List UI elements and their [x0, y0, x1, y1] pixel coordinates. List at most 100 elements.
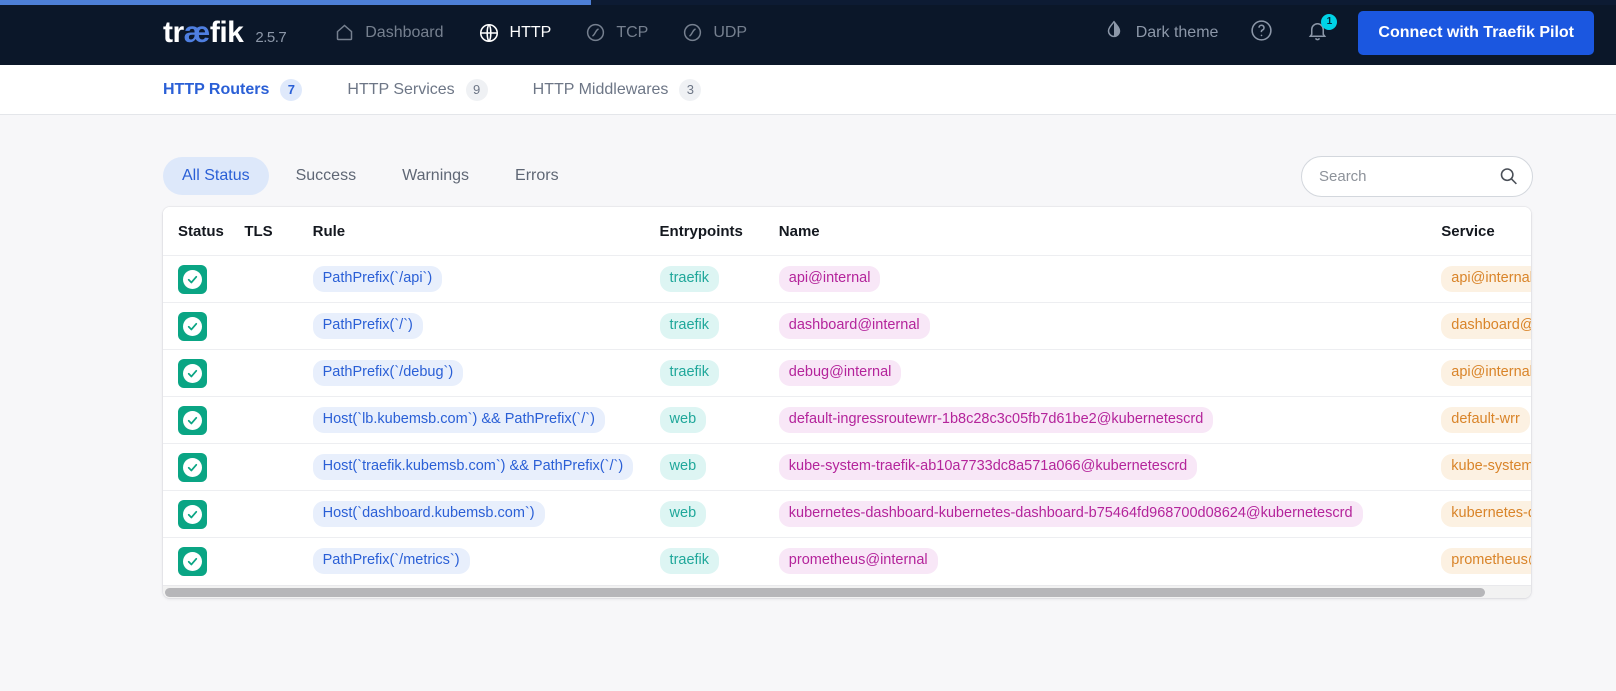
nav-item-http[interactable]: HTTP: [478, 22, 552, 44]
table-row[interactable]: PathPrefix(`/metrics`) traefik prometheu…: [163, 538, 1531, 585]
entrypoint-chip: traefik: [660, 360, 720, 386]
status-success-icon: [178, 359, 207, 388]
horizontal-scrollbar-thumb[interactable]: [165, 588, 1485, 597]
routers-table-card: Status TLS Rule Entrypoints Name Service: [163, 207, 1531, 598]
status-success-icon: [178, 312, 207, 341]
rule-chip: PathPrefix(`/metrics`): [313, 548, 470, 574]
service-chip: api@internal: [1441, 360, 1531, 386]
service-chip: kubernetes-dashboard-kubernetes-dashboar…: [1441, 501, 1531, 527]
cell-rule: Host(`lb.kubemsb.com`) && PathPrefix(`/`…: [313, 397, 660, 444]
cell-service: kubernetes-dashboard-kubernetes-dashboar…: [1429, 491, 1531, 538]
table-row[interactable]: PathPrefix(`/debug`) traefik debug@inter…: [163, 350, 1531, 397]
dark-theme-toggle[interactable]: Dark theme: [1103, 19, 1219, 46]
router-name-chip: default-ingressroutewrr-1b8c28c3c05fb7d6…: [779, 407, 1214, 433]
table-head: Status TLS Rule Entrypoints Name Service: [163, 207, 1531, 256]
service-chip: dashboard@internal: [1441, 313, 1531, 339]
cell-status: [163, 256, 244, 303]
entrypoint-chip: traefik: [660, 548, 720, 574]
tcp-icon: [585, 22, 606, 43]
table-header-row: Status TLS Rule Entrypoints Name Service: [163, 207, 1531, 256]
rule-chip: Host(`dashboard.kubemsb.com`): [313, 501, 545, 527]
filter-errors[interactable]: Errors: [496, 157, 578, 195]
app-header: træfik 2.5.7 Dashboard HTTP TCP UDP: [0, 0, 1616, 65]
cell-tls: [244, 491, 312, 538]
table-row[interactable]: PathPrefix(`/api`) traefik api@internal …: [163, 256, 1531, 303]
cell-status: [163, 350, 244, 397]
table-row[interactable]: PathPrefix(`/`) traefik dashboard@intern…: [163, 303, 1531, 350]
horizontal-scrollbar[interactable]: [163, 585, 1531, 598]
cell-name: prometheus@internal: [779, 538, 1430, 585]
cell-tls: [244, 256, 312, 303]
status-success-icon: [178, 453, 207, 482]
entrypoint-chip: web: [660, 407, 707, 433]
cell-entrypoint: web: [660, 491, 779, 538]
tab-http-routers[interactable]: HTTP Routers 7: [163, 79, 302, 101]
cell-name: debug@internal: [779, 350, 1430, 397]
nav-label-http: HTTP: [510, 24, 552, 42]
tab-count-http-services: 9: [466, 79, 488, 101]
tab-http-middlewares[interactable]: HTTP Middlewares 3: [533, 79, 702, 101]
filter-warnings[interactable]: Warnings: [383, 157, 488, 195]
cell-name: kube-system-traefik-ab10a7733dc8a571a066…: [779, 444, 1430, 491]
logo-text-part2: fik: [210, 18, 244, 48]
cell-rule: PathPrefix(`/`): [313, 303, 660, 350]
cell-rule: Host(`dashboard.kubemsb.com`): [313, 491, 660, 538]
nav-item-dashboard[interactable]: Dashboard: [334, 22, 443, 43]
entrypoint-chip: web: [660, 501, 707, 527]
router-name-chip: kubernetes-dashboard-kubernetes-dashboar…: [779, 501, 1363, 527]
tab-http-services[interactable]: HTTP Services 9: [347, 79, 487, 101]
help-button[interactable]: [1244, 16, 1278, 50]
cell-name: api@internal: [779, 256, 1430, 303]
cell-entrypoint: traefik: [660, 256, 779, 303]
search-icon[interactable]: [1498, 166, 1519, 187]
nav-item-tcp[interactable]: TCP: [585, 22, 648, 43]
version-label: 2.5.7: [255, 30, 286, 45]
table-scroll-region[interactable]: Status TLS Rule Entrypoints Name Service: [163, 207, 1531, 585]
filter-all-status[interactable]: All Status: [163, 157, 269, 195]
cell-tls: [244, 444, 312, 491]
rule-chip: Host(`traefik.kubemsb.com`) && PathPrefi…: [313, 454, 634, 480]
nav-label-udp: UDP: [713, 24, 747, 42]
cell-name: default-ingressroutewrr-1b8c28c3c05fb7d6…: [779, 397, 1430, 444]
tab-label-http-middlewares: HTTP Middlewares: [533, 81, 669, 99]
rule-chip: PathPrefix(`/`): [313, 313, 423, 339]
cell-service: default-wrr: [1429, 397, 1531, 444]
service-chip: kube-system-traefik-ab10a7733dc8a571a066…: [1441, 454, 1531, 480]
table-row-highlighted[interactable]: Host(`lb.kubemsb.com`) && PathPrefix(`/`…: [163, 397, 1531, 444]
cell-tls: [244, 397, 312, 444]
status-filter-group: All Status Success Warnings Errors: [163, 157, 586, 195]
cell-status: [163, 538, 244, 585]
cell-entrypoint: traefik: [660, 538, 779, 585]
tab-label-http-services: HTTP Services: [347, 81, 454, 99]
cell-name: dashboard@internal: [779, 303, 1430, 350]
connect-traefik-pilot-button[interactable]: Connect with Traefik Pilot: [1358, 11, 1594, 55]
cell-rule: PathPrefix(`/metrics`): [313, 538, 660, 585]
cell-status: [163, 444, 244, 491]
traefik-logo[interactable]: træfik 2.5.7: [163, 18, 286, 48]
logo-text-ae: æ: [184, 18, 210, 48]
entrypoint-chip: traefik: [660, 266, 720, 292]
cell-service: prometheus@internal: [1429, 538, 1531, 585]
nav-item-udp[interactable]: UDP: [682, 22, 747, 43]
tab-label-http-routers: HTTP Routers: [163, 81, 269, 99]
help-circle-icon: [1249, 18, 1274, 48]
service-chip: api@internal: [1441, 266, 1531, 292]
router-name-chip: kube-system-traefik-ab10a7733dc8a571a066…: [779, 454, 1197, 480]
cell-entrypoint: traefik: [660, 350, 779, 397]
page-loading-bar: [0, 0, 1616, 5]
status-success-icon: [178, 406, 207, 435]
filter-success[interactable]: Success: [277, 157, 375, 195]
table-row[interactable]: Host(`dashboard.kubemsb.com`) web kubern…: [163, 491, 1531, 538]
cell-tls: [244, 350, 312, 397]
cell-tls: [244, 303, 312, 350]
notifications-button[interactable]: 1: [1300, 16, 1334, 50]
table-row[interactable]: Host(`traefik.kubemsb.com`) && PathPrefi…: [163, 444, 1531, 491]
logo-text-part1: tr: [163, 18, 184, 48]
column-header-status: Status: [163, 207, 244, 256]
cell-status: [163, 303, 244, 350]
header-actions: Dark theme 1 Connect with Traefik Pilot: [1103, 11, 1594, 55]
page-content: All Status Success Warnings Errors Statu…: [0, 115, 1616, 598]
service-chip: default-wrr: [1441, 407, 1530, 433]
cell-entrypoint: traefik: [660, 303, 779, 350]
tab-count-http-middlewares: 3: [679, 79, 701, 101]
